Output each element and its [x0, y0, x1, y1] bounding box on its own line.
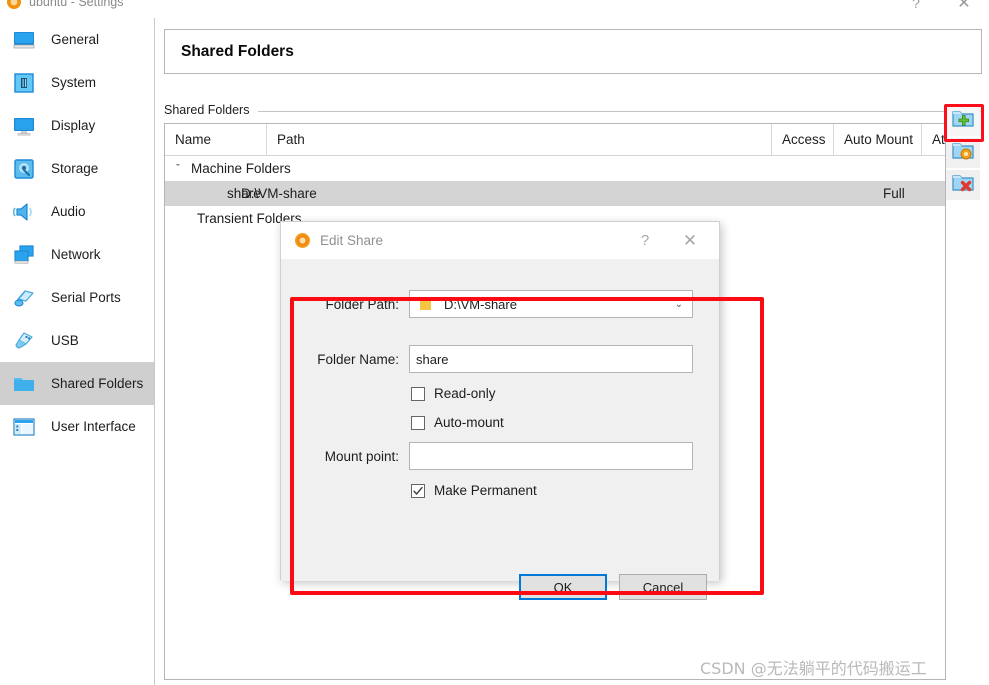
dialog-button-row: OK Cancel [519, 574, 707, 600]
folder-path-label: Folder Path: [325, 296, 399, 312]
sidebar-item-label: Audio [51, 204, 86, 219]
folder-name-input[interactable]: share [409, 345, 693, 373]
sidebar-item-audio[interactable]: Audio [0, 190, 154, 233]
dialog-help-button[interactable]: ? [630, 222, 660, 259]
folder-icon [419, 297, 432, 312]
sidebar-item-serial-ports[interactable]: Serial Ports [0, 276, 154, 319]
gear-icon [294, 232, 311, 249]
table-group-label: Machine Folders [191, 161, 291, 176]
auto-mount-label: Auto-mount [434, 415, 504, 430]
mount-point-row: Mount point: [281, 442, 721, 470]
folder-icon [11, 371, 37, 397]
sidebar-item-storage[interactable]: Storage [0, 147, 154, 190]
harddisk-icon [11, 156, 37, 182]
group-box-label: Shared Folders [164, 103, 250, 117]
make-permanent-label: Make Permanent [434, 483, 537, 498]
column-header-auto-mount[interactable]: Auto Mount [834, 124, 922, 155]
folder-name-row: Folder Name: share [281, 345, 721, 373]
sidebar-item-display[interactable]: Display [0, 104, 154, 147]
cell-access: Full [883, 186, 905, 201]
add-shared-folder-button[interactable] [946, 106, 980, 136]
cancel-button[interactable]: Cancel [619, 574, 707, 600]
auto-mount-checkbox-row[interactable]: Auto-mount [411, 415, 504, 430]
make-permanent-checkbox-row[interactable]: Make Permanent [411, 483, 537, 498]
settings-window: ubuntu - Settings ? ✕ General System Dis… [0, 0, 989, 685]
check-icon [413, 486, 423, 495]
folder-path-row: Folder Path: D:\VM-share ⌄ [281, 290, 721, 318]
sidebar-item-usb[interactable]: USB [0, 319, 154, 362]
sidebar-item-label: User Interface [51, 419, 136, 434]
page-title: Shared Folders [181, 42, 294, 60]
window-help-button[interactable]: ? [893, 0, 939, 11]
folder-name-label: Folder Name: [317, 351, 399, 367]
sidebar-item-network[interactable]: Network [0, 233, 154, 276]
column-header-name[interactable]: Name [165, 124, 267, 155]
table-group-row-machine-folders[interactable]: ˇ Machine Folders [165, 156, 945, 181]
virtualbox-icon [6, 0, 22, 10]
motherboard-icon [11, 70, 37, 96]
sidebar-item-shared-folders[interactable]: Shared Folders [0, 362, 154, 405]
ui-window-icon [11, 414, 37, 440]
titlebar-controls: ? ✕ [893, 0, 989, 12]
folder-edit-icon [951, 139, 975, 168]
titlebar-left-group: ubuntu - Settings [6, 0, 124, 10]
column-header-path[interactable]: Path [267, 124, 772, 155]
sidebar-item-label: Display [51, 118, 96, 133]
sidebar-item-general[interactable]: General [0, 18, 154, 61]
folder-remove-icon [951, 171, 975, 200]
folder-path-combobox[interactable]: D:\VM-share ⌄ [409, 290, 693, 318]
chevron-down-icon[interactable]: ˇ [165, 163, 191, 175]
page-header: Shared Folders [164, 29, 982, 74]
monitor-icon [11, 27, 37, 53]
sidebar-item-label: Shared Folders [51, 376, 144, 391]
sidebar-item-label: Storage [51, 161, 99, 176]
edit-share-dialog: Edit Share ? ✕ Folder Path: D:\VM-share … [280, 221, 721, 600]
network-icon [11, 242, 37, 268]
group-box-divider [258, 111, 982, 112]
table-row[interactable]: share D:\VM-share Full [165, 181, 945, 206]
sidebar-item-label: General [51, 32, 100, 47]
window-title: ubuntu - Settings [29, 0, 124, 9]
dialog-titlebar: Edit Share ? ✕ [281, 222, 719, 259]
serial-port-icon [11, 285, 37, 311]
ok-button[interactable]: OK [519, 574, 607, 600]
folder-add-icon [951, 107, 975, 136]
sidebar-item-label: Serial Ports [51, 290, 121, 305]
sidebar-item-user-interface[interactable]: User Interface [0, 405, 154, 448]
shared-folders-toolbar [946, 106, 980, 200]
read-only-checkbox[interactable] [411, 386, 425, 401]
sidebar-item-system[interactable]: System [0, 61, 154, 104]
dialog-title: Edit Share [320, 233, 384, 248]
sidebar-item-label: Network [51, 247, 101, 262]
cell-path: D:\VM-share [241, 186, 317, 201]
watermark-text: CSDN @无法躺平的代码搬运工 [700, 659, 927, 678]
mount-point-label: Mount point: [324, 448, 399, 464]
chevron-down-icon[interactable]: ⌄ [675, 299, 683, 310]
sidebar-item-label: System [51, 75, 97, 90]
folder-path-value: D:\VM-share [444, 296, 517, 312]
window-titlebar: ubuntu - Settings ? ✕ [0, 0, 989, 18]
cell-name: share [227, 186, 261, 201]
column-header-at[interactable]: At [922, 124, 945, 155]
column-header-access[interactable]: Access [772, 124, 834, 155]
make-permanent-checkbox[interactable] [411, 483, 425, 498]
dialog-close-button[interactable]: ✕ [669, 222, 711, 259]
table-header-row: Name Path Access Auto Mount At [165, 124, 945, 156]
sidebar-item-label: USB [51, 333, 79, 348]
usb-icon [11, 328, 37, 354]
read-only-label: Read-only [434, 386, 496, 401]
remove-shared-folder-button[interactable] [946, 170, 980, 200]
mount-point-input[interactable] [409, 442, 693, 470]
settings-sidebar: General System Display Storage Audio Net… [0, 18, 155, 685]
window-close-button[interactable]: ✕ [939, 0, 989, 12]
auto-mount-checkbox[interactable] [411, 415, 425, 430]
display-icon [11, 113, 37, 139]
dialog-body: Folder Path: D:\VM-share ⌄ Folder Name: … [281, 259, 721, 600]
read-only-checkbox-row[interactable]: Read-only [411, 386, 496, 401]
speaker-icon [11, 199, 37, 225]
edit-shared-folder-button[interactable] [946, 138, 980, 168]
